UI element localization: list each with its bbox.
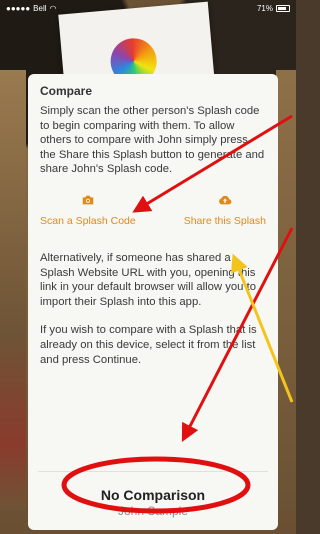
carrier-name: Bell — [33, 3, 47, 13]
alternative-text: Alternatively, if someone has shared a S… — [40, 251, 256, 308]
select-hint-text: If you wish to compare with a Splash tha… — [40, 324, 257, 366]
compare-dialog: Compare Simply scan the other person's S… — [28, 74, 278, 530]
action-row: Scan a Splash Code Share this Splash — [40, 193, 266, 227]
background-panel-left — [0, 70, 26, 510]
battery-percent: 71% — [256, 3, 273, 13]
cloud-upload-icon — [218, 195, 232, 205]
list-divider — [38, 471, 268, 472]
signal-icon: ●●●●● — [6, 3, 31, 13]
comparison-subtitle: John Sample — [117, 504, 189, 518]
status-left: ●●●●● Bell ◠ — [6, 4, 57, 13]
background-panel-right — [276, 70, 296, 510]
status-bar: ●●●●● Bell ◠ 71% — [0, 0, 296, 16]
share-this-splash-button[interactable]: Share this Splash — [184, 193, 266, 227]
status-right: 71% — [257, 4, 290, 13]
scan-splash-code-button[interactable]: Scan a Splash Code — [40, 193, 136, 227]
wifi-icon: ◠ — [49, 3, 57, 13]
intro-text: Simply scan the other person's Splash co… — [40, 105, 265, 176]
scan-splash-code-label: Scan a Splash Code — [40, 214, 136, 227]
comparison-title: No Comparison — [100, 487, 206, 503]
comparison-selector[interactable]: No Comparison John Sample — [28, 487, 278, 518]
camera-icon — [82, 195, 94, 205]
share-this-splash-label: Share this Splash — [183, 214, 266, 227]
dialog-title: Compare — [40, 84, 93, 98]
battery-icon — [276, 4, 290, 12]
